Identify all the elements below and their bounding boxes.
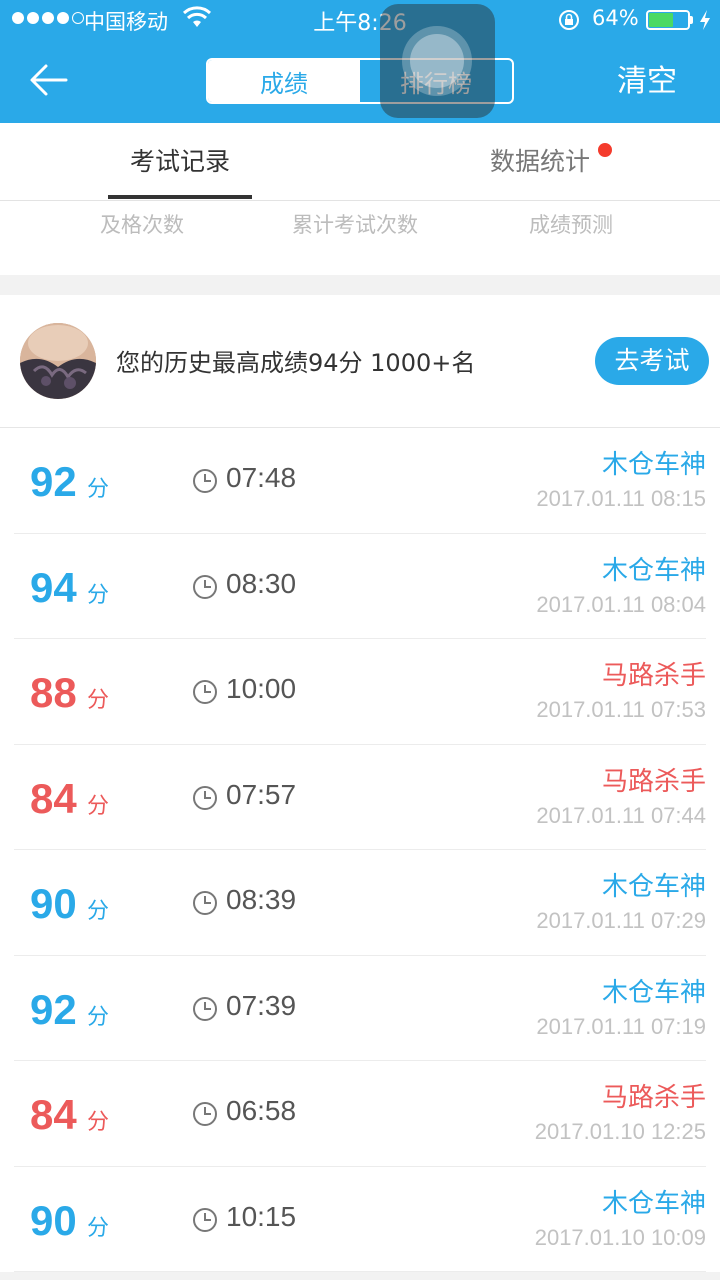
table-row[interactable]: 90 分 10:15 木仓车神 2017.01.10 10:09 xyxy=(14,1167,706,1272)
table-row[interactable]: 92 分 07:39 木仓车神 2017.01.11 07:19 xyxy=(14,956,706,1061)
record-score: 94 xyxy=(30,563,77,611)
record-date: 2017.01.11 07:19 xyxy=(536,1013,706,1039)
assistive-touch-button[interactable] xyxy=(380,4,495,118)
record-rank-title: 木仓车神 xyxy=(601,450,706,480)
best-score-text: 您的历史最高成绩94分 1000+名 xyxy=(116,349,476,377)
table-row[interactable]: 84 分 07:57 马路杀手 2017.01.11 07:44 xyxy=(14,745,706,850)
clock-icon xyxy=(193,680,217,704)
record-date: 2017.01.10 12:25 xyxy=(534,1119,706,1144)
tab-data-statistics[interactable]: 数据统计 xyxy=(480,123,600,201)
clock-icon xyxy=(193,574,217,599)
record-date: 2017.01.11 07:44 xyxy=(536,802,706,828)
record-date: 2017.01.11 08:04 xyxy=(536,591,706,617)
charging-icon xyxy=(700,10,710,30)
segment-scores[interactable]: 成绩 xyxy=(208,60,360,102)
clock-icon xyxy=(193,891,217,915)
notification-badge xyxy=(598,143,612,157)
record-score-unit: 分 xyxy=(87,1110,110,1135)
record-score: 90 xyxy=(30,880,77,927)
record-score-unit: 分 xyxy=(87,793,110,819)
orientation-lock-icon xyxy=(559,10,579,30)
exam-record-list: 92 分 07:48 木仓车神 2017.01.11 08:15 94 分 08:30 木仓车神… xyxy=(0,428,720,1272)
avatar[interactable] xyxy=(20,323,96,399)
record-rank-title: 木仓车神 xyxy=(601,872,706,902)
clock-icon xyxy=(193,1207,217,1232)
record-rank-title: 马路杀手 xyxy=(601,766,706,797)
record-score: 84 xyxy=(30,774,77,822)
record-score-unit: 分 xyxy=(87,582,110,608)
record-date: 2017.01.11 08:15 xyxy=(536,486,706,511)
table-row[interactable]: 90 分 08:39 木仓车神 2017.01.11 07:29 xyxy=(14,850,706,956)
record-score-unit: 分 xyxy=(87,688,110,713)
list-bottom-edge xyxy=(0,1272,720,1280)
record-date: 2017.01.11 07:29 xyxy=(536,908,706,933)
record-score-unit: 分 xyxy=(87,477,110,502)
tab-exam-records[interactable]: 考试记录 xyxy=(108,123,252,201)
record-score: 92 xyxy=(30,985,77,1033)
record-duration: 08:39 xyxy=(226,884,297,915)
record-rank-title: 木仓车神 xyxy=(601,977,706,1008)
record-duration: 08:30 xyxy=(226,567,297,599)
table-row[interactable]: 88 分 10:00 马路杀手 2017.01.11 07:53 xyxy=(14,639,706,745)
record-duration: 07:48 xyxy=(226,462,297,493)
record-score-unit: 分 xyxy=(87,1215,110,1241)
record-score: 84 xyxy=(30,1091,77,1138)
back-arrow-icon[interactable] xyxy=(28,60,70,100)
battery-icon xyxy=(646,10,690,30)
status-bar: 中国移动 上午8:26 64% xyxy=(0,0,720,40)
app-header: 中国移动 上午8:26 64% 成绩 排行榜 清空 xyxy=(0,0,720,123)
record-rank-title: 木仓车神 xyxy=(601,1188,706,1219)
best-score-card: 您的历史最高成绩94分 1000+名 去考试 xyxy=(0,295,720,428)
clock-icon xyxy=(193,996,217,1021)
record-duration: 07:39 xyxy=(226,989,297,1021)
stat-total-exams-label: 累计考试次数 xyxy=(292,213,418,237)
section-divider xyxy=(0,275,720,295)
record-score-unit: 分 xyxy=(87,1004,110,1030)
clock-icon xyxy=(193,785,217,810)
record-score-unit: 分 xyxy=(87,899,110,924)
clock-icon xyxy=(193,1102,217,1126)
start-exam-button[interactable]: 去考试 xyxy=(595,337,709,385)
table-row[interactable]: 94 分 08:30 木仓车神 2017.01.11 08:04 xyxy=(14,534,706,639)
record-score: 88 xyxy=(30,669,77,716)
record-duration: 06:58 xyxy=(226,1095,297,1126)
clock-icon xyxy=(193,469,217,493)
table-row[interactable]: 84 分 06:58 马路杀手 2017.01.10 12:25 xyxy=(14,1061,706,1167)
record-date: 2017.01.10 10:09 xyxy=(534,1224,706,1250)
record-date: 2017.01.11 07:53 xyxy=(536,697,706,722)
record-duration: 07:57 xyxy=(226,778,297,810)
active-tab-indicator xyxy=(108,195,252,199)
stats-row: 及格次数 累计考试次数 成绩预测 xyxy=(0,201,720,275)
record-score: 92 xyxy=(30,458,77,505)
record-rank-title: 马路杀手 xyxy=(601,661,706,691)
table-row[interactable]: 92 分 07:48 木仓车神 2017.01.11 08:15 xyxy=(14,428,706,534)
record-score: 90 xyxy=(30,1196,77,1244)
clear-button[interactable]: 清空 xyxy=(606,60,688,104)
record-rank-title: 马路杀手 xyxy=(601,1083,706,1113)
tab-bar: 考试记录 数据统计 xyxy=(0,123,720,201)
record-rank-title: 木仓车神 xyxy=(601,555,706,586)
record-duration: 10:15 xyxy=(226,1200,297,1232)
stat-score-prediction-label: 成绩预测 xyxy=(529,213,613,237)
record-duration: 10:00 xyxy=(226,673,297,704)
battery-percent: 64% xyxy=(592,6,639,30)
stat-pass-count-label: 及格次数 xyxy=(100,213,184,237)
